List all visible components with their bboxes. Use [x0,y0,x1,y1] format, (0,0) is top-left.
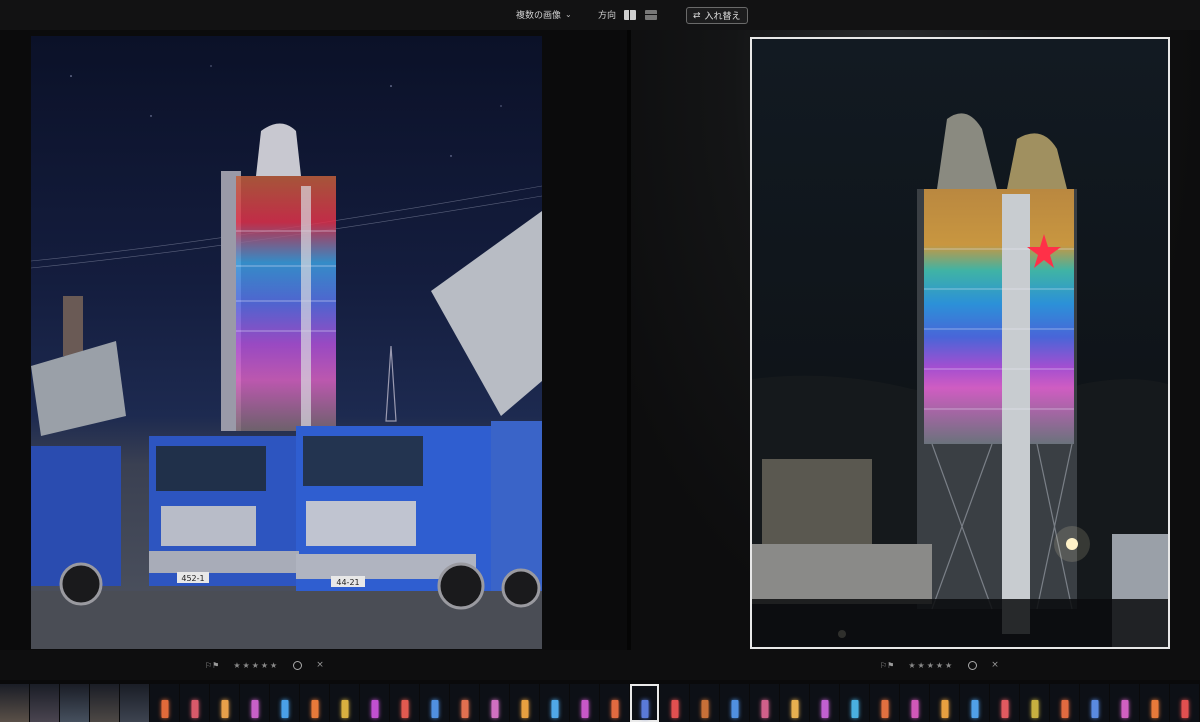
chevron-down-icon: ⌄ [565,10,572,19]
filmstrip-thumbnail[interactable] [0,684,29,722]
filmstrip-thumbnail[interactable] [1110,684,1139,722]
filmstrip-thumbnail[interactable] [90,684,119,722]
filmstrip-thumbnail[interactable] [450,684,479,722]
filmstrip-thumbnail[interactable] [900,684,929,722]
filmstrip-thumbnail[interactable] [360,684,389,722]
filmstrip-thumbnail[interactable] [600,684,629,722]
truck-plate-1: 452-1 [181,574,204,583]
filmstrip-thumbnail[interactable] [660,684,689,722]
reject-icon[interactable]: × [316,660,324,670]
filmstrip[interactable] [0,680,1200,722]
filmstrip-thumbnail[interactable] [570,684,599,722]
filmstrip-thumbnail[interactable] [30,684,59,722]
color-label-circle-icon[interactable] [968,660,978,670]
filmstrip-thumbnail[interactable] [420,684,449,722]
reject-icon[interactable]: × [991,660,999,670]
filmstrip-thumbnail[interactable] [990,684,1019,722]
filmstrip-thumbnail[interactable] [510,684,539,722]
left-rating-bar: ⚐⚑ ★★★★★ × [205,660,324,670]
swap-icon: ⇄ [693,10,701,21]
filmstrip-thumbnail[interactable] [330,684,359,722]
color-label-circle-icon[interactable] [293,660,303,670]
filmstrip-thumbnail[interactable] [240,684,269,722]
filmstrip-thumbnail[interactable] [1050,684,1079,722]
direction-label: 方向 [598,11,617,21]
filmstrip-thumbnail[interactable] [1170,684,1199,722]
filmstrip-thumbnail[interactable] [840,684,869,722]
truck-plate-2: 44-21 [336,578,359,587]
flag-icon[interactable]: ⚐⚑ [880,661,894,670]
filmstrip-thumbnail[interactable] [270,684,299,722]
view-mode-label: 複数の画像 [516,11,562,21]
filmstrip-thumbnail[interactable] [150,684,179,722]
right-photo-selected[interactable] [750,37,1170,649]
filmstrip-thumbnail[interactable] [210,684,239,722]
right-photo-scene [752,113,1168,647]
filmstrip-thumbnail[interactable] [630,684,659,722]
filmstrip-thumbnail[interactable] [810,684,839,722]
flag-icon[interactable]: ⚐⚑ [205,661,219,670]
filmstrip-thumbnail[interactable] [180,684,209,722]
view-mode-dropdown[interactable]: 複数の画像 ⌄ [516,8,572,21]
filmstrip-thumbnail[interactable] [690,684,719,722]
filmstrip-thumbnail[interactable] [390,684,419,722]
filmstrip-thumbnail[interactable] [60,684,89,722]
filmstrip-thumbnail[interactable] [120,684,149,722]
filmstrip-thumbnail[interactable] [870,684,899,722]
left-photo-scene: 452-1 44-21 [31,65,542,649]
filmstrip-thumbnail[interactable] [930,684,959,722]
swap-button[interactable]: ⇄ 入れ替え [686,7,748,24]
filmstrip-thumbnail[interactable] [1020,684,1049,722]
side-by-side-layout-icon[interactable] [624,10,636,20]
swap-button-label: 入れ替え [704,12,741,22]
filmstrip-thumbnail[interactable] [540,684,569,722]
top-toolbar: 複数の画像 ⌄ 方向 ⇄ 入れ替え [0,0,1200,30]
star-rating[interactable]: ★★★★★ [908,661,954,670]
right-rating-bar: ⚐⚑ ★★★★★ × [880,660,999,670]
filmstrip-thumbnail[interactable] [780,684,809,722]
filmstrip-thumbnail[interactable] [960,684,989,722]
stacked-layout-icon[interactable] [645,10,657,20]
filmstrip-thumbnail[interactable] [1140,684,1169,722]
filmstrip-thumbnail[interactable] [1080,684,1109,722]
star-rating[interactable]: ★★★★★ [233,661,279,670]
left-photo[interactable]: 452-1 44-21 [31,36,542,649]
filmstrip-thumbnail[interactable] [480,684,509,722]
filmstrip-thumbnail[interactable] [720,684,749,722]
filmstrip-thumbnail[interactable] [300,684,329,722]
filmstrip-thumbnail[interactable] [750,684,779,722]
